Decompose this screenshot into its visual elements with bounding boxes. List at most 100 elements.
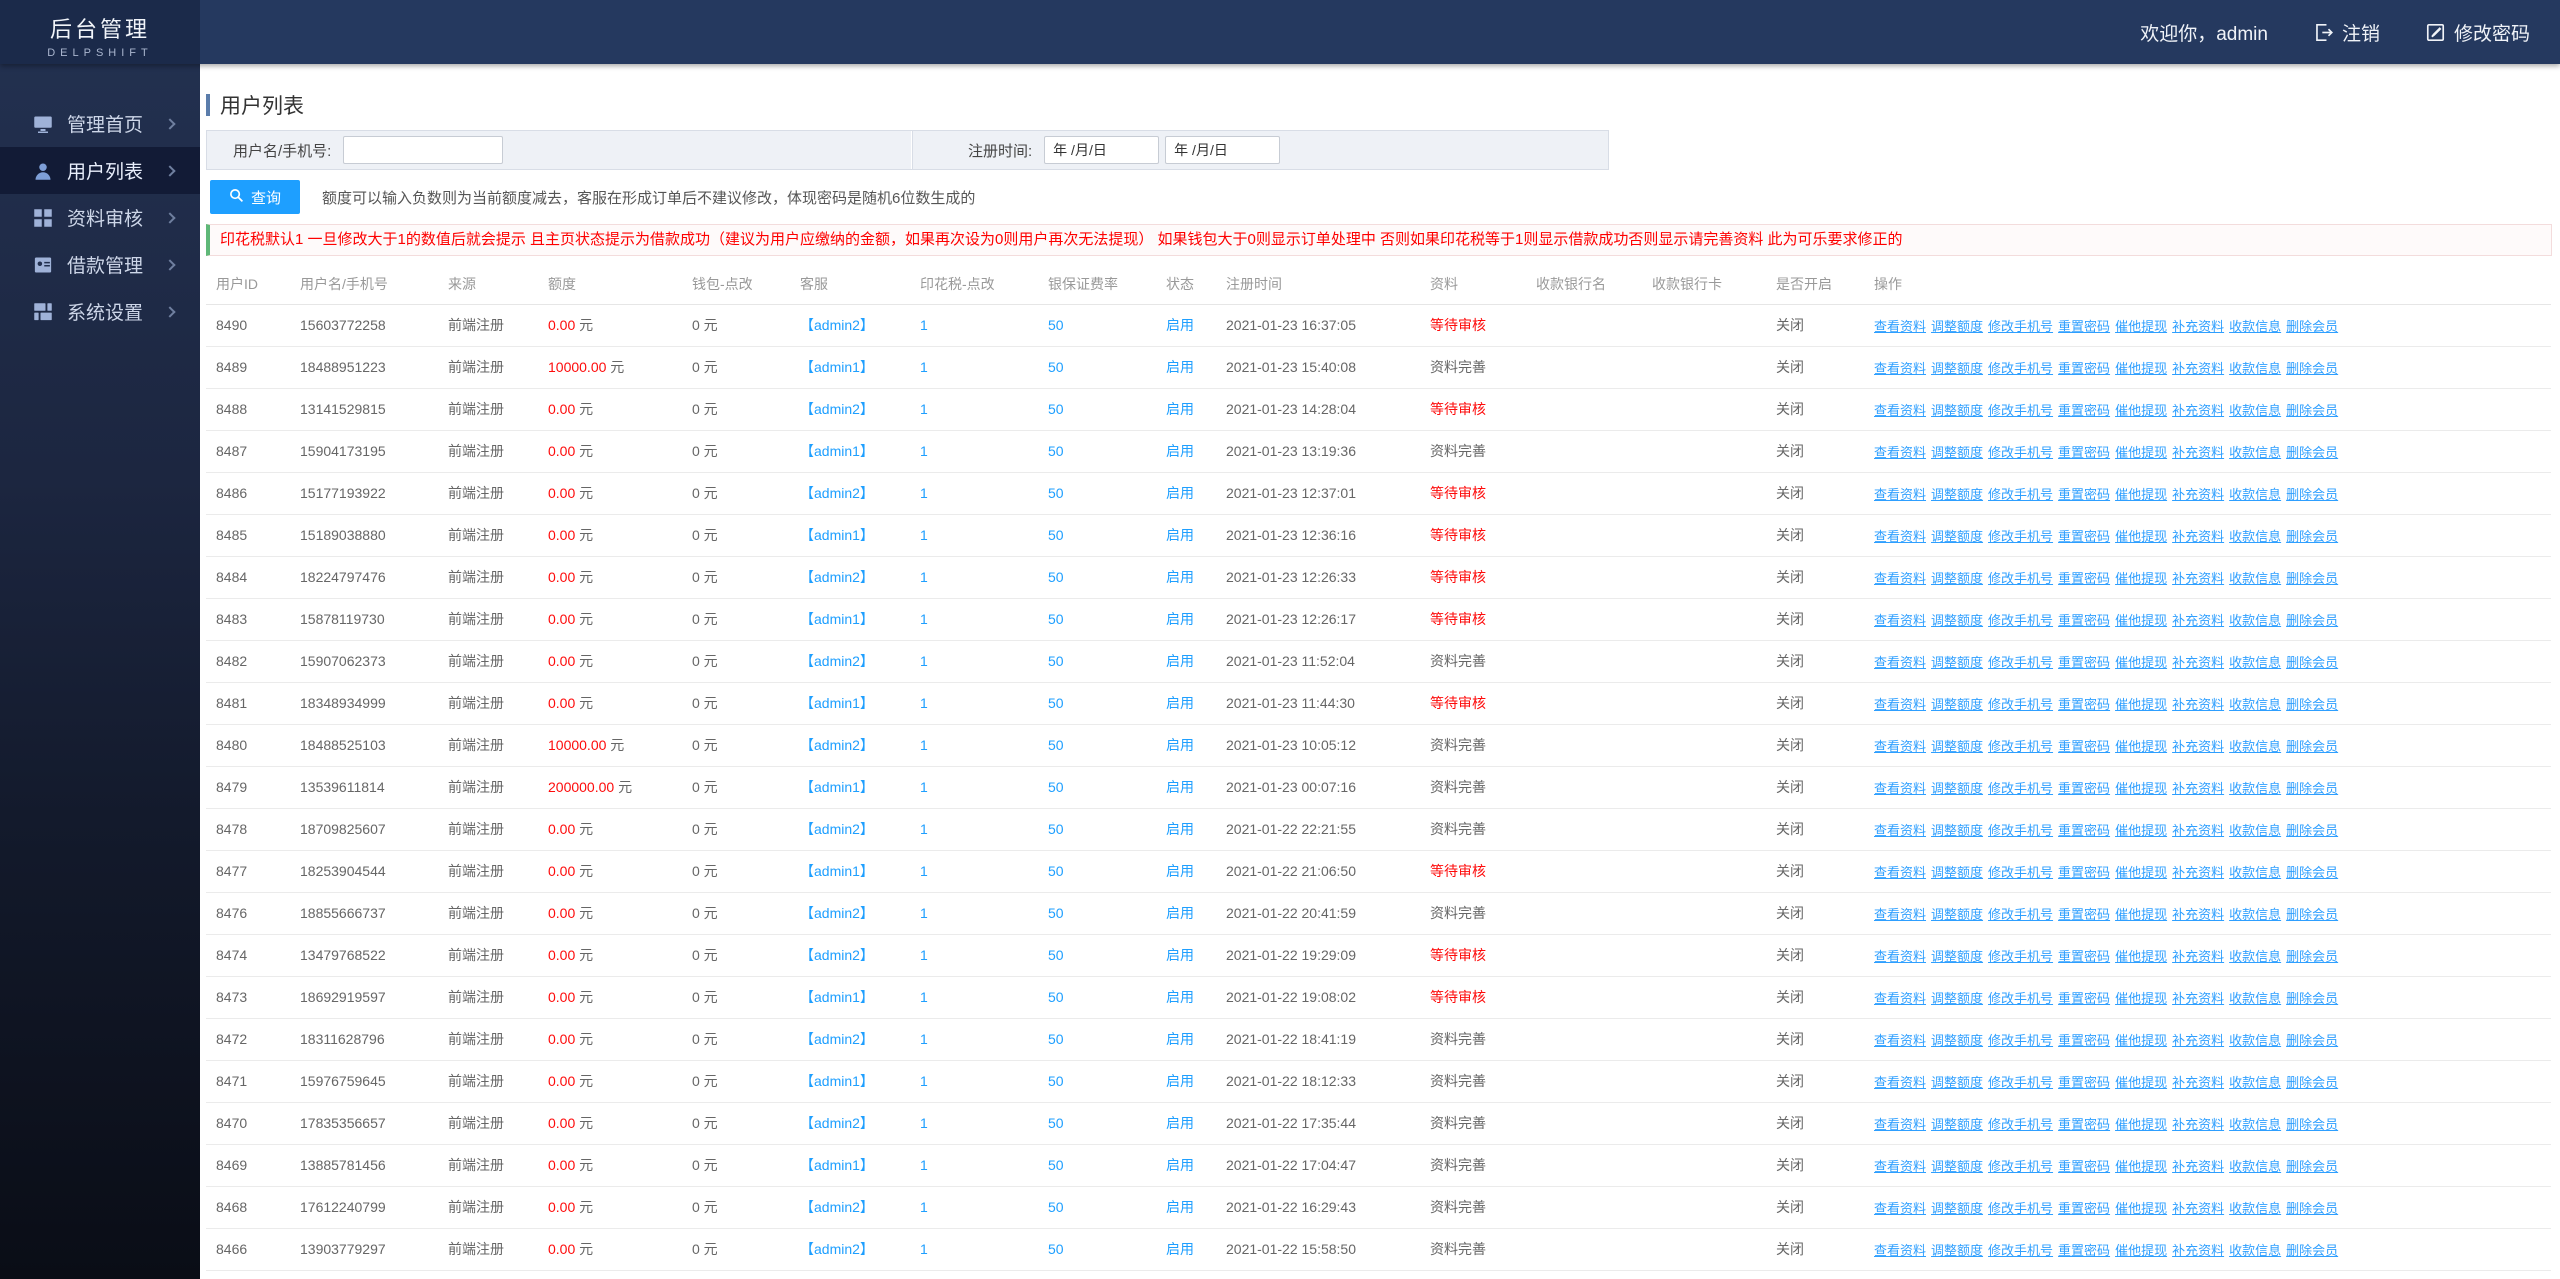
action-view-profile[interactable]: 查看资料 (1874, 445, 1926, 460)
action-urge-withdraw[interactable]: 催他提现 (2115, 865, 2167, 880)
status-badge[interactable]: 启用 (1166, 905, 1194, 921)
action-payment-info[interactable]: 收款信息 (2229, 907, 2281, 922)
guarantee-rate-link[interactable]: 50 (1048, 821, 1064, 837)
action-supplement-profile[interactable]: 补充资料 (2172, 571, 2224, 586)
action-view-profile[interactable]: 查看资料 (1874, 907, 1926, 922)
action-change-phone[interactable]: 修改手机号 (1988, 781, 2053, 796)
action-change-phone[interactable]: 修改手机号 (1988, 1075, 2053, 1090)
status-badge[interactable]: 启用 (1166, 611, 1194, 627)
guarantee-rate-link[interactable]: 50 (1048, 611, 1064, 627)
action-payment-info[interactable]: 收款信息 (2229, 1243, 2281, 1258)
action-delete-member[interactable]: 删除会员 (2286, 613, 2338, 628)
guarantee-rate-link[interactable]: 50 (1048, 863, 1064, 879)
action-payment-info[interactable]: 收款信息 (2229, 361, 2281, 376)
action-change-phone[interactable]: 修改手机号 (1988, 823, 2053, 838)
status-badge[interactable]: 启用 (1166, 1031, 1194, 1047)
action-view-profile[interactable]: 查看资料 (1874, 655, 1926, 670)
sidebar-item-loans[interactable]: 借款管理 (0, 241, 200, 288)
sidebar-item-audit[interactable]: 资料审核 (0, 194, 200, 241)
action-adjust-quota[interactable]: 调整额度 (1931, 655, 1983, 670)
action-delete-member[interactable]: 删除会员 (2286, 1201, 2338, 1216)
status-badge[interactable]: 启用 (1166, 863, 1194, 879)
stamp-tax-link[interactable]: 1 (920, 359, 928, 375)
action-supplement-profile[interactable]: 补充资料 (2172, 739, 2224, 754)
stamp-tax-link[interactable]: 1 (920, 989, 928, 1005)
regtime-end-input[interactable]: 年 /月/日 (1165, 136, 1281, 164)
guarantee-rate-link[interactable]: 50 (1048, 485, 1064, 501)
status-badge[interactable]: 启用 (1166, 947, 1194, 963)
action-delete-member[interactable]: 删除会员 (2286, 361, 2338, 376)
action-payment-info[interactable]: 收款信息 (2229, 1033, 2281, 1048)
action-supplement-profile[interactable]: 补充资料 (2172, 907, 2224, 922)
action-delete-member[interactable]: 删除会员 (2286, 571, 2338, 586)
action-adjust-quota[interactable]: 调整额度 (1931, 1033, 1983, 1048)
guarantee-rate-link[interactable]: 50 (1048, 1073, 1064, 1089)
action-view-profile[interactable]: 查看资料 (1874, 613, 1926, 628)
stamp-tax-link[interactable]: 1 (920, 485, 928, 501)
stamp-tax-link[interactable]: 1 (920, 1199, 928, 1215)
action-adjust-quota[interactable]: 调整额度 (1931, 781, 1983, 796)
action-adjust-quota[interactable]: 调整额度 (1931, 949, 1983, 964)
status-badge[interactable]: 启用 (1166, 737, 1194, 753)
status-badge[interactable]: 启用 (1166, 1241, 1194, 1257)
action-adjust-quota[interactable]: 调整额度 (1931, 571, 1983, 586)
service-link[interactable]: 【admin2】 (800, 1031, 874, 1047)
action-reset-password[interactable]: 重置密码 (2058, 907, 2110, 922)
action-reset-password[interactable]: 重置密码 (2058, 1075, 2110, 1090)
stamp-tax-link[interactable]: 1 (920, 443, 928, 459)
status-badge[interactable]: 启用 (1166, 1073, 1194, 1089)
service-link[interactable]: 【admin2】 (800, 317, 874, 333)
action-payment-info[interactable]: 收款信息 (2229, 403, 2281, 418)
action-urge-withdraw[interactable]: 催他提现 (2115, 1033, 2167, 1048)
service-link[interactable]: 【admin2】 (800, 1241, 874, 1257)
action-view-profile[interactable]: 查看资料 (1874, 697, 1926, 712)
action-view-profile[interactable]: 查看资料 (1874, 991, 1926, 1006)
action-supplement-profile[interactable]: 补充资料 (2172, 445, 2224, 460)
action-payment-info[interactable]: 收款信息 (2229, 949, 2281, 964)
action-urge-withdraw[interactable]: 催他提现 (2115, 907, 2167, 922)
service-link[interactable]: 【admin1】 (800, 1157, 874, 1173)
action-supplement-profile[interactable]: 补充资料 (2172, 319, 2224, 334)
action-change-phone[interactable]: 修改手机号 (1988, 907, 2053, 922)
stamp-tax-link[interactable]: 1 (920, 863, 928, 879)
action-payment-info[interactable]: 收款信息 (2229, 1201, 2281, 1216)
action-payment-info[interactable]: 收款信息 (2229, 571, 2281, 586)
action-delete-member[interactable]: 删除会员 (2286, 865, 2338, 880)
action-adjust-quota[interactable]: 调整额度 (1931, 1117, 1983, 1132)
action-reset-password[interactable]: 重置密码 (2058, 403, 2110, 418)
status-badge[interactable]: 启用 (1166, 695, 1194, 711)
action-view-profile[interactable]: 查看资料 (1874, 1075, 1926, 1090)
action-delete-member[interactable]: 删除会员 (2286, 1243, 2338, 1258)
stamp-tax-link[interactable]: 1 (920, 947, 928, 963)
stamp-tax-link[interactable]: 1 (920, 317, 928, 333)
action-change-phone[interactable]: 修改手机号 (1988, 949, 2053, 964)
status-badge[interactable]: 启用 (1166, 359, 1194, 375)
change-password-button[interactable]: 修改密码 (2426, 19, 2530, 46)
action-view-profile[interactable]: 查看资料 (1874, 949, 1926, 964)
username-input[interactable] (343, 136, 504, 164)
action-urge-withdraw[interactable]: 催他提现 (2115, 571, 2167, 586)
guarantee-rate-link[interactable]: 50 (1048, 1199, 1064, 1215)
action-view-profile[interactable]: 查看资料 (1874, 1117, 1926, 1132)
action-delete-member[interactable]: 删除会员 (2286, 697, 2338, 712)
action-change-phone[interactable]: 修改手机号 (1988, 361, 2053, 376)
service-link[interactable]: 【admin2】 (800, 569, 874, 585)
action-change-phone[interactable]: 修改手机号 (1988, 1243, 2053, 1258)
guarantee-rate-link[interactable]: 50 (1048, 1241, 1064, 1257)
action-delete-member[interactable]: 删除会员 (2286, 1117, 2338, 1132)
action-view-profile[interactable]: 查看资料 (1874, 571, 1926, 586)
status-badge[interactable]: 启用 (1166, 485, 1194, 501)
action-adjust-quota[interactable]: 调整额度 (1931, 613, 1983, 628)
service-link[interactable]: 【admin1】 (800, 863, 874, 879)
service-link[interactable]: 【admin1】 (800, 359, 874, 375)
sidebar-item-user-list[interactable]: 用户列表 (0, 147, 200, 194)
action-supplement-profile[interactable]: 补充资料 (2172, 1117, 2224, 1132)
action-reset-password[interactable]: 重置密码 (2058, 991, 2110, 1006)
action-reset-password[interactable]: 重置密码 (2058, 655, 2110, 670)
action-delete-member[interactable]: 删除会员 (2286, 907, 2338, 922)
action-view-profile[interactable]: 查看资料 (1874, 1201, 1926, 1216)
service-link[interactable]: 【admin2】 (800, 1199, 874, 1215)
action-delete-member[interactable]: 删除会员 (2286, 319, 2338, 334)
action-supplement-profile[interactable]: 补充资料 (2172, 1033, 2224, 1048)
action-delete-member[interactable]: 删除会员 (2286, 403, 2338, 418)
